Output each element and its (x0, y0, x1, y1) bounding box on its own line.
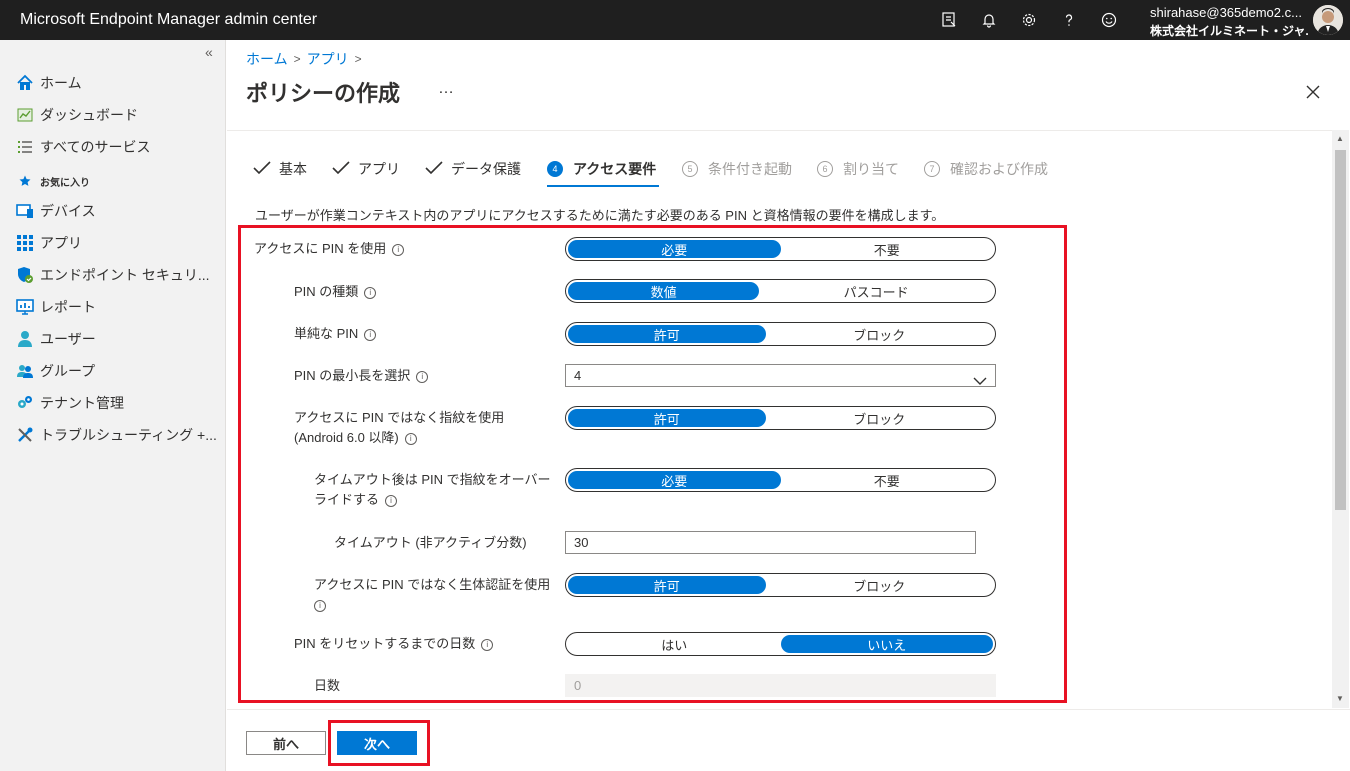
home-icon (15, 73, 35, 93)
sidebar-item-label: アプリ (40, 235, 82, 251)
sidebar-item-label: テナント管理 (40, 395, 124, 411)
sidebar-item-label: ホーム (40, 75, 82, 91)
step-number: 6 (817, 161, 833, 177)
gear-icon[interactable] (1019, 10, 1039, 30)
sidebar-item-all-services[interactable]: すべてのサービス (15, 135, 220, 159)
sidebar-item-apps[interactable]: アプリ (15, 231, 220, 255)
sidebar-item-label: エンドポイント セキュリ... (40, 267, 210, 283)
scrollbar[interactable]: ▲ ▼ (1332, 130, 1349, 708)
step-review-create[interactable]: 7 確認および作成 (924, 159, 1048, 179)
checkmark-icon (253, 160, 271, 178)
step-assignments[interactable]: 6 割り当て (817, 159, 899, 179)
sidebar-item-devices[interactable]: デバイス (15, 199, 220, 223)
sidebar: « ホーム ダッシュボード すべてのサービス お気に入り デバイス アプリ エン… (0, 40, 226, 771)
sidebar-item-label: ユーザー (40, 331, 96, 347)
sidebar-item-label: グループ (40, 363, 96, 379)
avatar[interactable] (1313, 5, 1343, 35)
collapse-sidebar-button[interactable]: « (205, 44, 213, 60)
sidebar-item-label: デバイス (40, 203, 96, 219)
wizard-content: 基本 アプリ データ保護 4 アクセス要件 5 条件付き起動 6 割り当て 7 … (227, 130, 1332, 708)
sidebar-item-label: すべてのサービス (40, 139, 151, 155)
step-number: 7 (924, 161, 940, 177)
footer: 前へ 次へ (227, 709, 1350, 771)
step-label: 割り当て (843, 161, 899, 177)
step-apps[interactable]: アプリ (332, 159, 400, 179)
scroll-thumb[interactable] (1335, 150, 1346, 510)
step-basics[interactable]: 基本 (253, 159, 307, 179)
step-conditional-launch[interactable]: 5 条件付き起動 (682, 159, 792, 179)
sidebar-item-dashboard[interactable]: ダッシュボード (15, 103, 220, 127)
tenant-icon (15, 393, 35, 413)
list-icon (15, 137, 35, 157)
sidebar-item-groups[interactable]: グループ (15, 359, 220, 383)
smiley-icon[interactable] (1099, 10, 1119, 30)
sidebar-item-troubleshooting[interactable]: トラブルシューティング +... (15, 423, 220, 447)
step-label: データ保護 (451, 161, 521, 177)
close-icon[interactable] (1304, 83, 1322, 101)
checkmark-icon (425, 160, 443, 178)
sidebar-item-home[interactable]: ホーム (15, 71, 220, 95)
user-email[interactable]: shirahase@365demo2.c... (1150, 5, 1308, 20)
page-title: ポリシーの作成 (246, 81, 401, 106)
group-icon (15, 361, 35, 381)
devices-icon (15, 201, 35, 221)
step-label: アクセス要件 (573, 161, 657, 177)
sidebar-favorites-header: お気に入り (15, 169, 220, 193)
step-label: 条件付き起動 (708, 161, 792, 177)
sidebar-item-users[interactable]: ユーザー (15, 327, 220, 351)
step-label: 確認および作成 (950, 161, 1048, 177)
help-icon[interactable] (1059, 10, 1079, 30)
user-org[interactable]: 株式会社イルミネート・ジャ... (1150, 22, 1308, 39)
breadcrumb: ホーム > アプリ > (246, 49, 368, 69)
breadcrumb-home[interactable]: ホーム (246, 49, 288, 69)
sidebar-item-tenant-admin[interactable]: テナント管理 (15, 391, 220, 415)
star-icon (15, 171, 35, 191)
favorites-label: お気に入り (40, 177, 90, 189)
step-label: アプリ (358, 161, 400, 177)
feedback-device-icon[interactable] (939, 10, 959, 30)
dashboard-icon (15, 105, 35, 125)
step-number: 5 (682, 161, 698, 177)
step-data-protection[interactable]: データ保護 (425, 159, 521, 179)
step-label: 基本 (279, 161, 307, 177)
shield-icon (15, 265, 35, 285)
user-icon (15, 329, 35, 349)
bell-icon[interactable] (979, 10, 999, 30)
active-step-underline (547, 185, 659, 187)
breadcrumb-apps[interactable]: アプリ (307, 49, 349, 69)
next-highlight-box (328, 720, 430, 766)
sidebar-item-endpoint-security[interactable]: エンドポイント セキュリ... (15, 263, 220, 287)
sidebar-item-reports[interactable]: レポート (15, 295, 220, 319)
sidebar-item-label: レポート (40, 299, 96, 315)
step-number: 4 (547, 161, 563, 177)
chevron-right-icon: > (354, 52, 362, 66)
step-access-requirements[interactable]: 4 アクセス要件 (547, 159, 656, 179)
app-title[interactable]: Microsoft Endpoint Manager admin center (20, 11, 317, 29)
reports-icon (15, 297, 35, 317)
scroll-down-icon[interactable]: ▼ (1336, 694, 1344, 703)
highlight-box (238, 225, 1067, 703)
sidebar-item-label: トラブルシューティング +... (40, 427, 217, 443)
tools-icon (15, 425, 35, 445)
scroll-up-icon[interactable]: ▲ (1336, 134, 1344, 143)
chevron-right-icon: > (293, 52, 301, 66)
step-description: ユーザーが作業コンテキスト内のアプリにアクセスするために満たす必要のある PIN… (255, 208, 945, 223)
top-bar: Microsoft Endpoint Manager admin center … (0, 0, 1350, 40)
previous-button[interactable]: 前へ (246, 731, 326, 755)
more-button[interactable]: … (438, 80, 454, 98)
apps-icon (15, 233, 35, 253)
checkmark-icon (332, 160, 350, 178)
sidebar-item-label: ダッシュボード (40, 107, 138, 123)
